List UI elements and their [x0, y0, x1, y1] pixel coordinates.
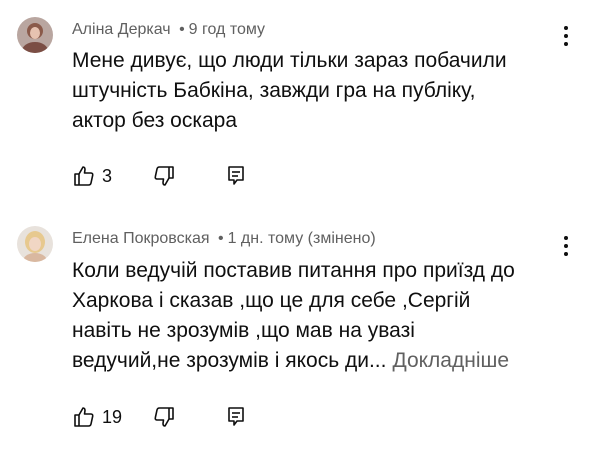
like-count: 3: [102, 165, 113, 186]
more-vertical-icon[interactable]: [556, 24, 576, 48]
like-button[interactable]: 3: [72, 163, 112, 189]
reply-icon: [228, 166, 244, 185]
reply-button[interactable]: [224, 163, 248, 189]
comment-line: Харкова і сказав ,що це для себе ,Сергій: [72, 289, 471, 312]
author-name[interactable]: Елена Покровская: [72, 230, 210, 247]
comment-line: ведучий,не зрозумів і якось ди... Докладн…: [72, 346, 515, 376]
comment-line: актор без оскара: [72, 109, 238, 132]
comment-meta: Аліна Деркач • 9 год тому: [72, 21, 265, 39]
reply-button[interactable]: [224, 404, 248, 430]
comment-line: Коли ведучій поставив питання про приїзд…: [72, 259, 515, 282]
comment-line-text: ведучий,не зрозумів і якось ди...: [72, 349, 387, 372]
comment-line: Мене дивує, що люди тільки зараз побачил…: [72, 49, 507, 72]
comment-meta: Елена Покровская • 1 дн. тому (змінено): [72, 230, 376, 248]
avatar-image: [17, 226, 53, 262]
dislike-button[interactable]: [152, 163, 176, 189]
timestamp[interactable]: 1 дн. тому: [228, 230, 304, 247]
comment-line: навіть не зрозумів ,що мав на увазі: [72, 319, 415, 342]
thumbs-up-icon: [74, 166, 94, 186]
dislike-button[interactable]: [152, 404, 176, 430]
thumbs-down-icon: [154, 407, 174, 427]
reply-icon: [228, 407, 244, 426]
like-count: 19: [102, 406, 123, 427]
thumbs-down-icon: [154, 166, 174, 186]
avatar-image: [17, 17, 53, 53]
thumbs-up-icon: [74, 407, 94, 427]
author-name[interactable]: Аліна Деркач: [72, 21, 171, 38]
separator: •: [217, 230, 224, 247]
more-vertical-icon[interactable]: [556, 234, 576, 258]
timestamp[interactable]: 9 год тому: [189, 21, 265, 38]
separator: •: [179, 21, 185, 38]
avatar[interactable]: [17, 17, 53, 53]
comment-line: штучність Бабкіна, завжди гра на публіку…: [72, 79, 476, 102]
comment-text: Коли ведучій поставив питання про приїзд…: [72, 256, 515, 376]
like-button[interactable]: 19: [72, 404, 122, 430]
comment-text: Мене дивує, що люди тільки зараз побачил…: [72, 46, 507, 136]
read-more-link[interactable]: Докладніше: [392, 349, 509, 372]
edited-label: (змінено): [307, 230, 376, 247]
avatar[interactable]: [17, 226, 53, 262]
